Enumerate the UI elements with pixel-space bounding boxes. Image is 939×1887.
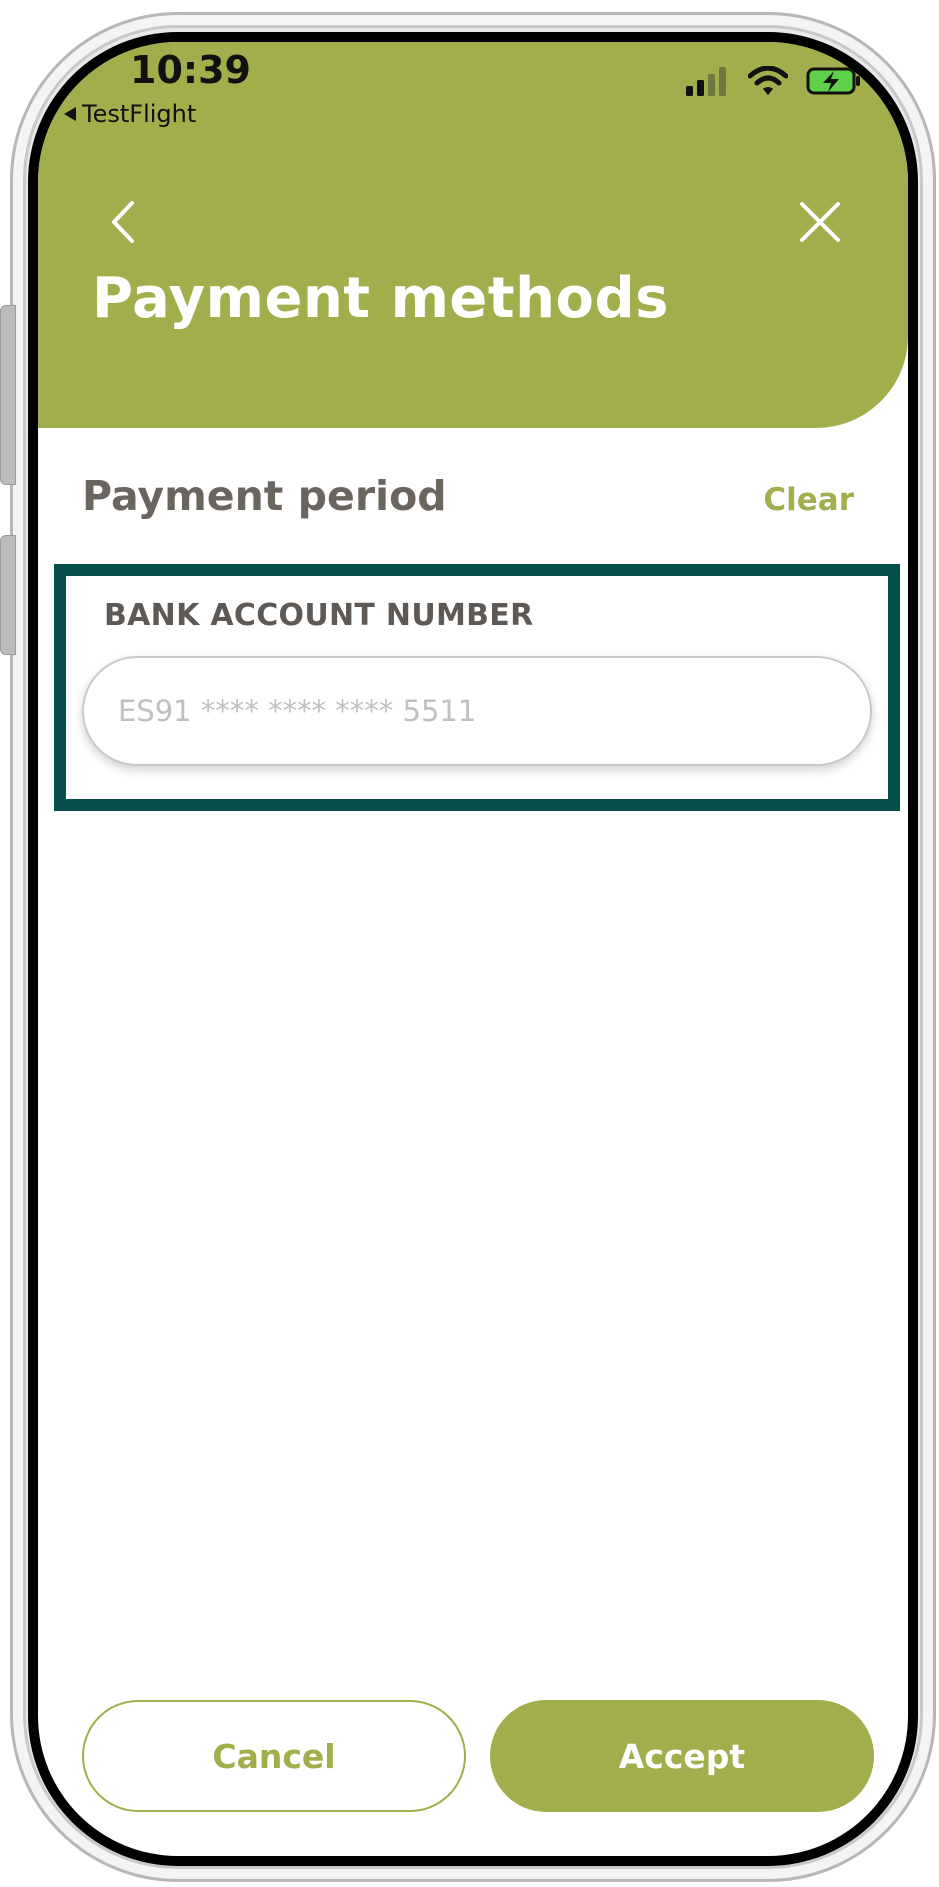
- chevron-left-icon: [112, 201, 134, 243]
- bank-account-label: BANK ACCOUNT NUMBER: [104, 598, 534, 633]
- close-icon: [800, 202, 840, 242]
- wifi-icon: [748, 66, 788, 95]
- app-screen: 10:39 TestFlight Payment methods Payment…: [38, 42, 908, 1856]
- close-button[interactable]: [790, 192, 850, 252]
- cancel-button[interactable]: Cancel: [82, 1700, 466, 1812]
- back-triangle-icon: [64, 107, 76, 121]
- section-title: Payment period: [82, 472, 447, 520]
- status-time: 10:39: [130, 48, 251, 92]
- header-banner: 10:39 TestFlight Payment methods: [38, 42, 908, 428]
- back-button[interactable]: [98, 192, 148, 252]
- bank-account-input[interactable]: [82, 656, 872, 766]
- status-back-app-label: TestFlight: [82, 100, 197, 128]
- battery-charging-icon: [806, 67, 860, 95]
- status-icons: [686, 66, 862, 96]
- cellular-signal-icon: [686, 67, 726, 96]
- page-title: Payment methods: [92, 266, 669, 331]
- volume-up-button: [0, 305, 16, 485]
- status-back-to-app[interactable]: TestFlight: [64, 100, 196, 128]
- clear-button[interactable]: Clear: [763, 482, 854, 518]
- volume-down-button: [0, 535, 16, 655]
- accept-button[interactable]: Accept: [490, 1700, 874, 1812]
